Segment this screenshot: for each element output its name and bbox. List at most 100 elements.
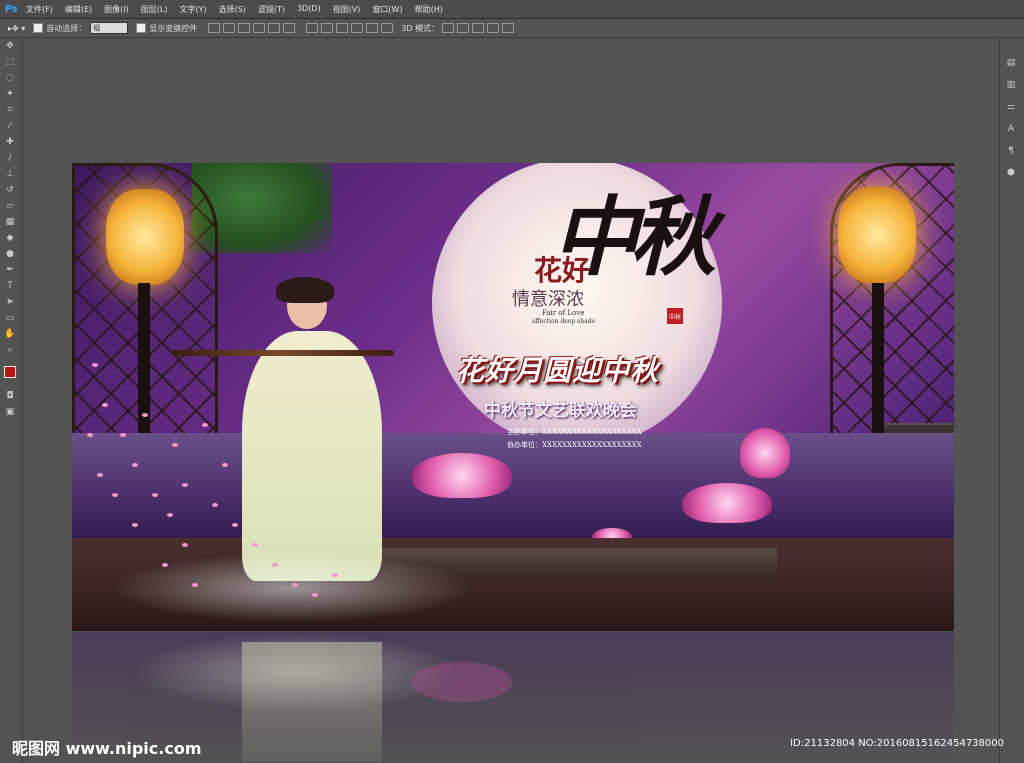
right-lantern	[838, 187, 916, 283]
distribute-left-icon[interactable]	[351, 23, 364, 33]
menu-item[interactable]: 文字(Y)	[173, 4, 212, 15]
adjust-panel-icon[interactable]: ⚌	[1000, 96, 1022, 118]
petal	[212, 503, 218, 507]
auto-select-dropdown[interactable]: 组	[90, 22, 129, 34]
transform-controls-option[interactable]: 显示变换控件	[136, 23, 197, 34]
host-line: 主办单位：XXXXXXXXXXXXXXXXXXXX	[507, 428, 642, 436]
petal	[87, 433, 93, 437]
moon-small-text-2: affection deep shade	[532, 318, 596, 325]
lasso-icon[interactable]: ◌	[0, 70, 20, 86]
screen-mode-icon[interactable]: ▣	[0, 404, 20, 420]
healing-icon[interactable]: ✚	[0, 134, 20, 150]
figure-hair	[276, 277, 334, 303]
petal	[222, 463, 228, 467]
petal	[97, 473, 103, 477]
petal	[292, 583, 298, 587]
3d-drag-icon[interactable]	[472, 23, 485, 33]
zoom-icon[interactable]: ⌕	[0, 342, 20, 358]
paragraph-panel-icon[interactable]: ¶	[1000, 140, 1022, 162]
eyedropper-icon[interactable]: ⁄	[0, 118, 20, 134]
co-host-line: 协办单位：XXXXXXXXXXXXXXXXXXXX	[507, 441, 642, 449]
distribute-hcenter-icon[interactable]	[366, 23, 379, 33]
dodge-icon[interactable]: ●	[0, 246, 20, 262]
menu-bar: Ps 文件(F) 编辑(E) 图像(I) 图层(L) 文字(Y) 选择(S) 滤镜(T) 3D…	[0, 0, 1024, 19]
align-left-icon[interactable]	[253, 23, 266, 33]
transform-controls-checkbox[interactable]	[136, 23, 147, 33]
blur-icon[interactable]: ◆	[0, 230, 20, 246]
petal	[102, 403, 108, 407]
menu-item[interactable]: 选择(S)	[213, 4, 252, 15]
petal	[92, 363, 98, 367]
transform-controls-label: 显示变换控件	[149, 23, 198, 33]
type-icon[interactable]: T	[0, 278, 20, 294]
align-top-icon[interactable]	[208, 23, 221, 33]
bamboo-flute	[172, 350, 394, 356]
document-canvas[interactable]: 花好 情意深浓 Fair of Love affection deep shad…	[72, 163, 954, 631]
lotus-flower	[412, 453, 512, 498]
3d-mode-option: 3D 模式：	[401, 23, 515, 34]
distribute-bottom-icon[interactable]	[336, 23, 349, 33]
crop-icon[interactable]: ⌗	[0, 102, 20, 118]
foreground-color-swatch[interactable]	[4, 366, 16, 378]
move-icon[interactable]: ✥	[0, 38, 20, 54]
move-tool-preset[interactable]: ▸✥ ▾	[8, 24, 25, 33]
magic-wand-icon[interactable]: ✦	[0, 86, 20, 102]
flute-player-figure	[202, 277, 392, 583]
pen-icon[interactable]: ✒	[0, 262, 20, 278]
menu-item[interactable]: 文件(F)	[20, 4, 59, 15]
petal	[162, 563, 168, 567]
align-right-icon[interactable]	[283, 23, 296, 33]
distribute-vcenter-icon[interactable]	[321, 23, 334, 33]
history-brush-icon[interactable]: ↺	[0, 182, 20, 198]
properties-panel-icon[interactable]: ▥	[1000, 74, 1022, 96]
figure-dress	[242, 331, 382, 581]
main-title: 花好月圆迎中秋	[456, 354, 660, 387]
auto-select-checkbox[interactable]	[33, 23, 44, 33]
petal	[192, 583, 198, 587]
petal	[132, 523, 138, 527]
align-bottom-icon[interactable]	[238, 23, 251, 33]
3d-slide-icon[interactable]	[487, 23, 500, 33]
petal	[232, 523, 238, 527]
tools-panel: ✥ ⬚ ◌ ✦ ⌗ ⁄ ✚ ∕ ⊥ ↺ ▱ ▦ ◆ ● ✒ T ➤ ▭ ✋ ⌕ ◘ ▣	[0, 38, 23, 763]
panel-dock: ▤ ▥ ⚌ A ¶ ⬢	[999, 38, 1024, 763]
auto-select-option[interactable]: 自动选择： 组	[33, 22, 129, 34]
shape-icon[interactable]: ▭	[0, 310, 20, 326]
brush-icon[interactable]: ∕	[0, 150, 20, 166]
petal	[120, 433, 126, 437]
hand-icon[interactable]: ✋	[0, 326, 20, 342]
lotus-flower	[682, 483, 772, 523]
stamp-icon[interactable]: ⊥	[0, 166, 20, 182]
menu-item[interactable]: 视图(V)	[327, 4, 367, 15]
menu-item[interactable]: 帮助(H)	[409, 4, 449, 15]
petal	[167, 513, 173, 517]
color-swatches	[0, 364, 22, 388]
distribute-top-icon[interactable]	[306, 23, 319, 33]
eraser-icon[interactable]: ▱	[0, 198, 20, 214]
menu-item[interactable]: 窗口(W)	[366, 4, 408, 15]
menu-item[interactable]: 图层(L)	[135, 4, 174, 15]
history-panel-icon[interactable]: ▤	[1000, 52, 1022, 74]
menu-item[interactable]: 滤镜(T)	[252, 4, 291, 15]
menu-item[interactable]: 图像(I)	[98, 4, 135, 15]
character-panel-icon[interactable]: A	[1000, 118, 1022, 140]
quick-mask-icon[interactable]: ◘	[0, 388, 20, 404]
menu-item[interactable]: 编辑(E)	[59, 4, 98, 15]
menu-item[interactable]: 3D(D)	[291, 4, 327, 15]
petal	[142, 413, 148, 417]
distribute-right-icon[interactable]	[381, 23, 394, 33]
petal	[202, 423, 208, 427]
petal	[252, 543, 258, 547]
align-vcenter-icon[interactable]	[223, 23, 236, 33]
3d-roll-icon[interactable]	[457, 23, 470, 33]
align-hcenter-icon[interactable]	[268, 23, 281, 33]
3d-panel-icon[interactable]: ⬢	[1000, 162, 1022, 184]
moon-small-text-1: Fair of Love	[542, 309, 585, 317]
path-select-icon[interactable]: ➤	[0, 294, 20, 310]
figure-reflection	[242, 642, 382, 762]
gradient-icon[interactable]: ▦	[0, 214, 20, 230]
petal	[312, 593, 318, 597]
3d-scale-icon[interactable]	[502, 23, 515, 33]
3d-rotate-icon[interactable]	[442, 23, 455, 33]
marquee-icon[interactable]: ⬚	[0, 54, 20, 70]
